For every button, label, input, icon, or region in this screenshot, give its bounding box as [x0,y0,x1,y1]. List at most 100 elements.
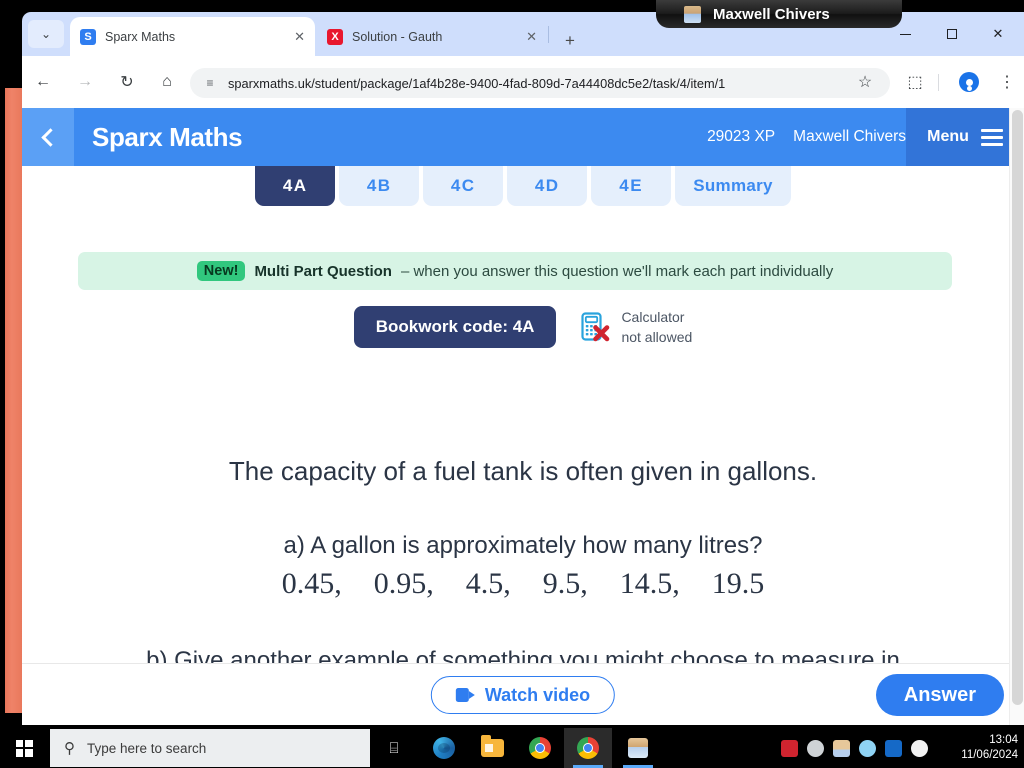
option-value[interactable]: 0.95, [358,567,450,601]
xp-counter: 29023 XP [707,128,776,145]
close-window-button[interactable]: ✕ [975,20,1021,48]
search-icon: ⚲ [64,740,75,757]
grey-diamond-tray-icon[interactable] [807,739,824,757]
person-tray-icon[interactable] [833,739,850,757]
search-placeholder: Type here to search [87,740,207,756]
answer-options-list: 0.45, 0.95, 4.5, 9.5, 14.5, 19.5 [22,567,1024,601]
browser-menu-icon[interactable]: ⋮ [992,67,1022,97]
browser-tab-sparx-maths[interactable]: S Sparx Maths ✕ [70,17,315,56]
forward-icon[interactable]: → [70,67,100,97]
tab-4c[interactable]: 4C [423,166,504,206]
scrollbar-thumb[interactable] [1012,110,1023,705]
taskbar-app-edge[interactable] [420,728,468,768]
user-name-overlay-tile: Maxwell Chivers [656,0,902,28]
banner-title: Multi Part Question [254,262,392,280]
answer-button[interactable]: Answer [875,674,1004,716]
windows-taskbar: ⚲ Type here to search ⌸ 13:04 11/06/2024 [0,728,1024,768]
person-icon [628,738,648,758]
gauth-favicon: X [327,28,343,45]
user-avatar-icon [684,5,701,23]
question-part-a: a) A gallon is approximately how many li… [283,532,763,559]
question-footer: Watch video Answer [22,663,1024,725]
close-tab-icon[interactable]: ✕ [282,30,305,43]
new-badge: New! [196,261,246,281]
system-tray [781,728,928,768]
cloud-tray-icon[interactable] [859,739,876,757]
site-settings-icon[interactable]: ≡ [202,75,218,91]
chrome-icon [577,737,599,759]
windows-logo-icon [15,739,33,757]
chevron-left-icon [40,127,60,147]
option-value[interactable]: 19.5 [696,567,781,601]
s-shield-tray-icon[interactable] [885,739,902,757]
browser-tab-solution-gauth[interactable]: X Solution - Gauth ✕ [317,17,547,56]
option-value[interactable]: 9.5, [527,567,604,601]
background-app-strip [5,88,22,713]
taskbar-app-file-explorer[interactable] [468,728,516,768]
tab-search-icon[interactable]: ⌄ [28,20,64,48]
option-value[interactable]: 14.5, [604,567,696,601]
screen: ⌄ S Sparx Maths ✕ X Solution - Gauth ✕ + [0,0,1024,768]
taskbar-app-user[interactable] [614,728,662,768]
taskbar-app-chrome[interactable] [564,728,612,768]
tab-4d[interactable]: 4D [507,166,588,206]
option-value[interactable]: 4.5, [450,567,527,601]
browser-tab-title: Solution - Gauth [352,29,443,44]
tab-4e[interactable]: 4E [591,166,672,206]
bookmark-star-icon[interactable]: ☆ [850,67,880,97]
tab-4b[interactable]: 4B [339,166,420,206]
sparx-favicon: S [80,28,96,45]
multi-part-question-banner: New! Multi Part Question – when you answ… [78,252,952,290]
page-content: Sparx Maths 29023 XP Maxwell Chivers Men… [22,108,1024,725]
tab-divider [548,26,549,43]
taskbar-clock[interactable]: 13:04 11/06/2024 [961,728,1018,768]
overlay-user-name: Maxwell Chivers [713,5,830,23]
calculator-status: Calculator not allowed [578,307,692,348]
sparx-logo: Sparx Maths [92,121,243,152]
start-button[interactable] [0,728,48,768]
clock-date: 11/06/2024 [961,749,1018,761]
calculator-label: Calculator not allowed [621,307,692,348]
home-icon[interactable]: ⌂ [152,67,182,97]
hamburger-icon [980,125,1003,150]
chrome-icon [529,737,551,759]
extensions-icon[interactable]: ⬚ [900,67,930,97]
header-back-button[interactable] [22,108,74,166]
video-camera-icon [455,688,475,702]
header-user-info: 29023 XP Maxwell Chivers [707,108,906,166]
question-intro: The capacity of a fuel tank is often giv… [228,456,818,486]
watch-video-button[interactable]: Watch video [430,676,616,714]
new-tab-icon[interactable]: + [557,29,583,51]
browser-window: ⌄ S Sparx Maths ✕ X Solution - Gauth ✕ + [22,12,1024,725]
back-icon[interactable]: ← [28,67,58,97]
banner-description: – when you answer this question we'll ma… [400,262,834,280]
watch-video-label: Watch video [484,684,591,705]
page-scrollbar[interactable] [1009,108,1024,725]
tab-summary[interactable]: Summary [675,166,791,206]
task-tab-row: 4A 4B 4C 4D 4E Summary [22,166,1024,206]
taskbar-app-chrome-alt[interactable] [516,728,564,768]
menu-label: Menu [927,128,969,145]
reload-icon[interactable]: ↻ [112,67,142,97]
maximize-button[interactable] [929,20,975,48]
option-value[interactable]: 0.45, [266,567,358,601]
user-name: Maxwell Chivers [793,128,906,145]
eset-security-tray-icon[interactable] [911,739,928,757]
toolbar-divider [938,74,939,91]
menu-button[interactable]: Menu [906,108,1024,166]
adobe-acrobat-tray-icon[interactable] [781,739,798,757]
close-tab-icon[interactable]: ✕ [514,30,537,43]
browser-toolbar: ← → ↻ ⌂ ≡ sparxmaths.uk/student/package/… [22,56,1024,108]
clock-time: 13:04 [989,733,1018,746]
calculator-not-allowed-icon [581,312,610,342]
taskbar-search-input[interactable]: ⚲ Type here to search [50,729,370,767]
tab-4a[interactable]: 4A [255,166,336,206]
bookwork-row: Bookwork code: 4A Calculator not allowed [22,306,1024,348]
address-bar[interactable]: ≡ sparxmaths.uk/student/package/1af4b28e… [190,68,890,98]
file-explorer-icon [480,735,504,757]
edge-icon [433,737,455,759]
browser-tab-title: Sparx Maths [105,29,176,44]
bookwork-code-badge[interactable]: Bookwork code: 4A [353,306,557,348]
task-view-icon[interactable]: ⌸ [378,728,410,768]
profile-avatar-icon[interactable] [954,67,984,97]
